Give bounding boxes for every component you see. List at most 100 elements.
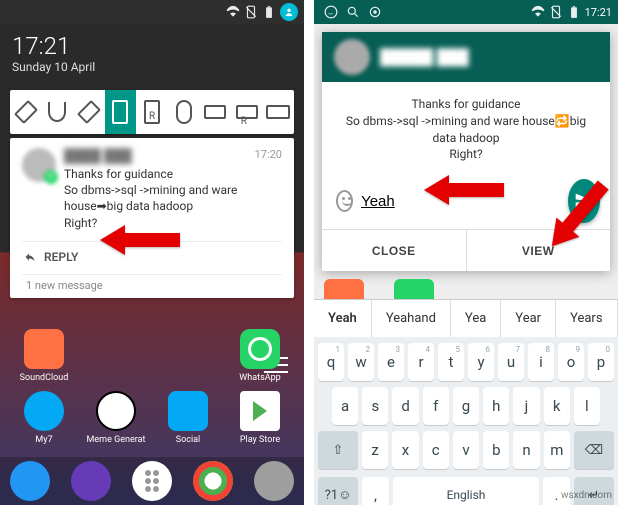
notification-time: 17:20 (255, 148, 282, 164)
app-soundcloud[interactable]: SoundCloud (10, 329, 78, 383)
rotation-option-portrait-r[interactable] (136, 90, 168, 134)
dock-chrome-icon[interactable] (193, 461, 233, 501)
key-j[interactable]: j (513, 387, 539, 425)
shift-key[interactable]: ⇧ (318, 431, 358, 469)
key-e[interactable]: e3 (378, 343, 404, 381)
notification-footer: 1 new message (22, 274, 282, 292)
comma-key[interactable]: , (362, 477, 389, 505)
status-bar (0, 0, 304, 24)
reply-label: REPLY (44, 250, 78, 264)
dock-camera-icon[interactable] (254, 461, 294, 501)
key-l[interactable]: l (574, 387, 600, 425)
wifi-icon (531, 5, 545, 19)
search-status-icon (346, 5, 360, 19)
sender-avatar: ✆ (22, 148, 56, 182)
send-icon (574, 191, 594, 211)
key-d[interactable]: d (392, 387, 418, 425)
key-i[interactable]: i8 (528, 343, 554, 381)
wifi-icon (226, 5, 240, 19)
rotation-option-tilt[interactable] (73, 90, 105, 134)
target-status-icon (368, 5, 382, 19)
home-apps-grid: SoundCloud WhatsApp My7 Meme Generat Soc… (0, 321, 304, 453)
app-whatsapp[interactable]: WhatsApp (226, 329, 294, 383)
profile-avatar-icon[interactable] (280, 3, 298, 21)
background-apps-row (314, 279, 618, 299)
auto-rotate-icon[interactable] (10, 90, 42, 134)
emoji-button-icon[interactable] (336, 190, 353, 212)
key-a[interactable]: a (332, 387, 358, 425)
key-h[interactable]: h (483, 387, 509, 425)
key-u[interactable]: u7 (498, 343, 524, 381)
backspace-key[interactable]: ⌫ (574, 431, 614, 469)
popup-header: █████ ███ (322, 32, 610, 82)
reply-icon (22, 251, 38, 263)
suggestion-2[interactable]: Yeahand (372, 300, 451, 337)
watermark: wsxdn.com (561, 490, 612, 501)
app-play-store[interactable]: Play Store (226, 391, 294, 445)
app-meme-generator[interactable]: Meme Generat (82, 391, 150, 445)
key-o[interactable]: o9 (558, 343, 584, 381)
spacebar-key[interactable]: English (393, 477, 539, 505)
key-z[interactable]: z (362, 431, 388, 469)
msg-line-2: So dbms->sql ->mining and ware house➡big… (64, 182, 282, 214)
rotation-option-landscape-r[interactable] (231, 90, 263, 134)
rotation-option-landscape[interactable] (199, 90, 231, 134)
no-sim-icon (244, 5, 258, 19)
key-x[interactable]: x (392, 431, 418, 469)
rotation-option-tv[interactable] (263, 90, 295, 134)
key-q[interactable]: q1 (318, 343, 344, 381)
keyboard-suggestions: Yeah Yeahand Yea Year Years ⌄ (314, 299, 618, 337)
whatsapp-notification[interactable]: ✆ ████ ███ 17:20 Thanks for guidance So … (10, 138, 294, 298)
key-w[interactable]: w2 (348, 343, 374, 381)
send-button[interactable] (568, 179, 600, 223)
right-phone: 17:21 █████ ███ Thanks for guidance So d… (314, 0, 618, 505)
key-k[interactable]: k (544, 387, 570, 425)
key-m[interactable]: m (544, 431, 570, 469)
key-y[interactable]: y6 (468, 343, 494, 381)
key-r[interactable]: r4 (408, 343, 434, 381)
left-phone: 17:21 Sunday 10 April ✆ ████ ███ 17:20 T… (0, 0, 304, 505)
no-sim-icon (549, 5, 563, 19)
key-n[interactable]: n (513, 431, 539, 469)
symbols-key[interactable]: ?1☺ (318, 477, 358, 505)
notification-shade-header: 17:21 Sunday 10 April (0, 24, 304, 86)
suggestion-3[interactable]: Yea (451, 300, 501, 337)
key-s[interactable]: s (362, 387, 388, 425)
suggestion-5[interactable]: Years (556, 300, 617, 337)
sender-avatar (334, 39, 370, 75)
key-t[interactable]: t5 (438, 343, 464, 381)
sender-name: ████ ███ (64, 148, 132, 164)
sender-name: █████ ███ (380, 48, 469, 66)
key-f[interactable]: f (423, 387, 449, 425)
rotation-option-portrait[interactable] (105, 90, 137, 134)
dock-app-drawer-icon[interactable] (132, 461, 172, 501)
reply-input[interactable] (361, 193, 560, 210)
status-time: 17:21 (585, 6, 612, 19)
key-v[interactable]: v (453, 431, 479, 469)
msg-line-1: Thanks for guidance (64, 166, 282, 182)
key-c[interactable]: c (423, 431, 449, 469)
keyboard: q1w2e3r4t5y6u7i8o9p0 asdfghjkl ⇧ zxcvbnm… (314, 337, 618, 505)
view-button[interactable]: VIEW (467, 230, 611, 271)
whatsapp-badge-icon: ✆ (44, 170, 58, 184)
battery-icon (567, 5, 581, 19)
dock-messages-icon[interactable] (71, 461, 111, 501)
app-social[interactable]: Social (154, 391, 222, 445)
key-p[interactable]: p0 (588, 343, 614, 381)
key-b[interactable]: b (483, 431, 509, 469)
close-button[interactable]: CLOSE (322, 230, 467, 271)
rotation-option-spin[interactable] (168, 90, 200, 134)
msg-line-2: So dbms->sql ->mining and ware house🔁big… (342, 113, 590, 147)
rotation-option-shield[interactable] (42, 90, 74, 134)
app-my7[interactable]: My7 (10, 391, 78, 445)
reply-button[interactable]: REPLY (22, 241, 282, 270)
whatsapp-status-icon (324, 5, 338, 19)
suggestion-1[interactable]: Yeah (314, 300, 372, 337)
key-g[interactable]: g (453, 387, 479, 425)
clock-date: Sunday 10 April (12, 60, 292, 74)
dock-phone-icon[interactable] (10, 461, 50, 501)
msg-line-3: Right? (64, 215, 282, 231)
rotation-quick-settings (10, 90, 294, 134)
suggestion-4[interactable]: Year (501, 300, 556, 337)
dock (0, 457, 304, 505)
